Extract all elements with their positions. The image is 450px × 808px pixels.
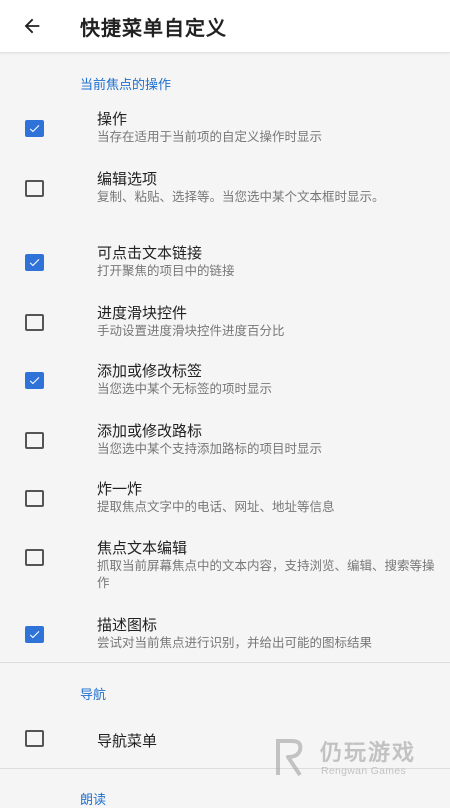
check-icon: [29, 259, 40, 267]
item-title: 炸一炸: [97, 480, 143, 498]
list-item[interactable]: 进度滑块控件 手动设置进度滑块控件进度百分比: [0, 300, 450, 352]
check-icon: [29, 125, 40, 133]
checkbox[interactable]: [25, 626, 44, 643]
section-header-read: 朗读: [80, 793, 107, 808]
item-subtitle: 当您选中某个支持添加路标的项目时显示: [97, 441, 323, 456]
checkbox[interactable]: [25, 432, 44, 449]
item-title: 进度滑块控件: [97, 304, 188, 322]
section-header-focus: 当前焦点的操作: [80, 78, 172, 93]
item-subtitle: 打开聚焦的项目中的链接: [97, 263, 235, 278]
check-icon: [29, 377, 40, 385]
item-title: 焦点文本编辑: [97, 539, 188, 557]
arrow-left-icon: [24, 18, 40, 34]
item-subtitle: 当存在适用于当前项的自定义操作时显示: [97, 129, 323, 144]
checkbox[interactable]: [25, 730, 44, 747]
watermark-subtext: Rengwan Games: [321, 765, 407, 777]
list-item[interactable]: 添加或修改路标 当您选中某个支持添加路标的项目时显示: [0, 418, 450, 470]
checkbox[interactable]: [25, 180, 44, 197]
item-title: 导航菜单: [97, 732, 158, 750]
checkbox[interactable]: [25, 549, 44, 566]
list-item[interactable]: 可点击文本链接 打开聚焦的项目中的链接: [0, 240, 450, 292]
list-item[interactable]: 描述图标 尝试对当前焦点进行识别，并给出可能的图标结果: [0, 612, 450, 664]
item-subtitle: 当您选中某个无标签的项时显示: [97, 381, 273, 396]
item-title: 添加或修改标签: [97, 362, 203, 380]
page-title: 快捷菜单自定义: [80, 16, 227, 40]
item-subtitle: 复制、粘贴、选择等。当您选中某个文本框时显示。: [97, 189, 385, 204]
section-header-navigation: 导航: [80, 688, 107, 703]
checkbox[interactable]: [25, 490, 44, 507]
item-subtitle: 抓取当前屏幕焦点中的文本内容，支持浏览、编辑、搜索等操作: [97, 558, 435, 590]
checkbox[interactable]: [25, 314, 44, 331]
back-button[interactable]: [14, 8, 50, 44]
item-title: 编辑选项: [97, 170, 158, 188]
watermark-text: 仍玩游戏: [320, 741, 417, 766]
list-item[interactable]: 炸一炸 提取焦点文字中的电话、网址、地址等信息: [0, 476, 450, 528]
checkbox[interactable]: [25, 254, 44, 271]
item-title: 描述图标: [97, 616, 158, 634]
watermark-icon: [276, 739, 303, 777]
checkbox[interactable]: [25, 372, 44, 389]
item-subtitle: 提取焦点文字中的电话、网址、地址等信息: [97, 499, 335, 514]
item-subtitle: 尝试对当前焦点进行识别，并给出可能的图标结果: [97, 635, 373, 650]
checkbox[interactable]: [25, 120, 44, 137]
check-icon: [29, 631, 40, 639]
item-subtitle: 手动设置进度滑块控件进度百分比: [97, 323, 285, 338]
divider: [0, 662, 450, 663]
list-item[interactable]: 操作 当存在适用于当前项的自定义操作时显示: [0, 106, 450, 158]
item-title: 可点击文本链接: [97, 244, 203, 262]
item-title: 添加或修改路标: [97, 422, 203, 440]
list-item[interactable]: 添加或修改标签 当您选中某个无标签的项时显示: [0, 358, 450, 410]
app-bar: 快捷菜单自定义: [0, 0, 450, 53]
list-item[interactable]: 焦点文本编辑 抓取当前屏幕焦点中的文本内容，支持浏览、编辑、搜索等操作: [0, 535, 450, 590]
item-title: 操作: [97, 110, 128, 128]
list-item[interactable]: 编辑选项 复制、粘贴、选择等。当您选中某个文本框时显示。: [0, 166, 450, 218]
watermark-logo: 仍玩游戏 Rengwan Games: [270, 733, 430, 781]
